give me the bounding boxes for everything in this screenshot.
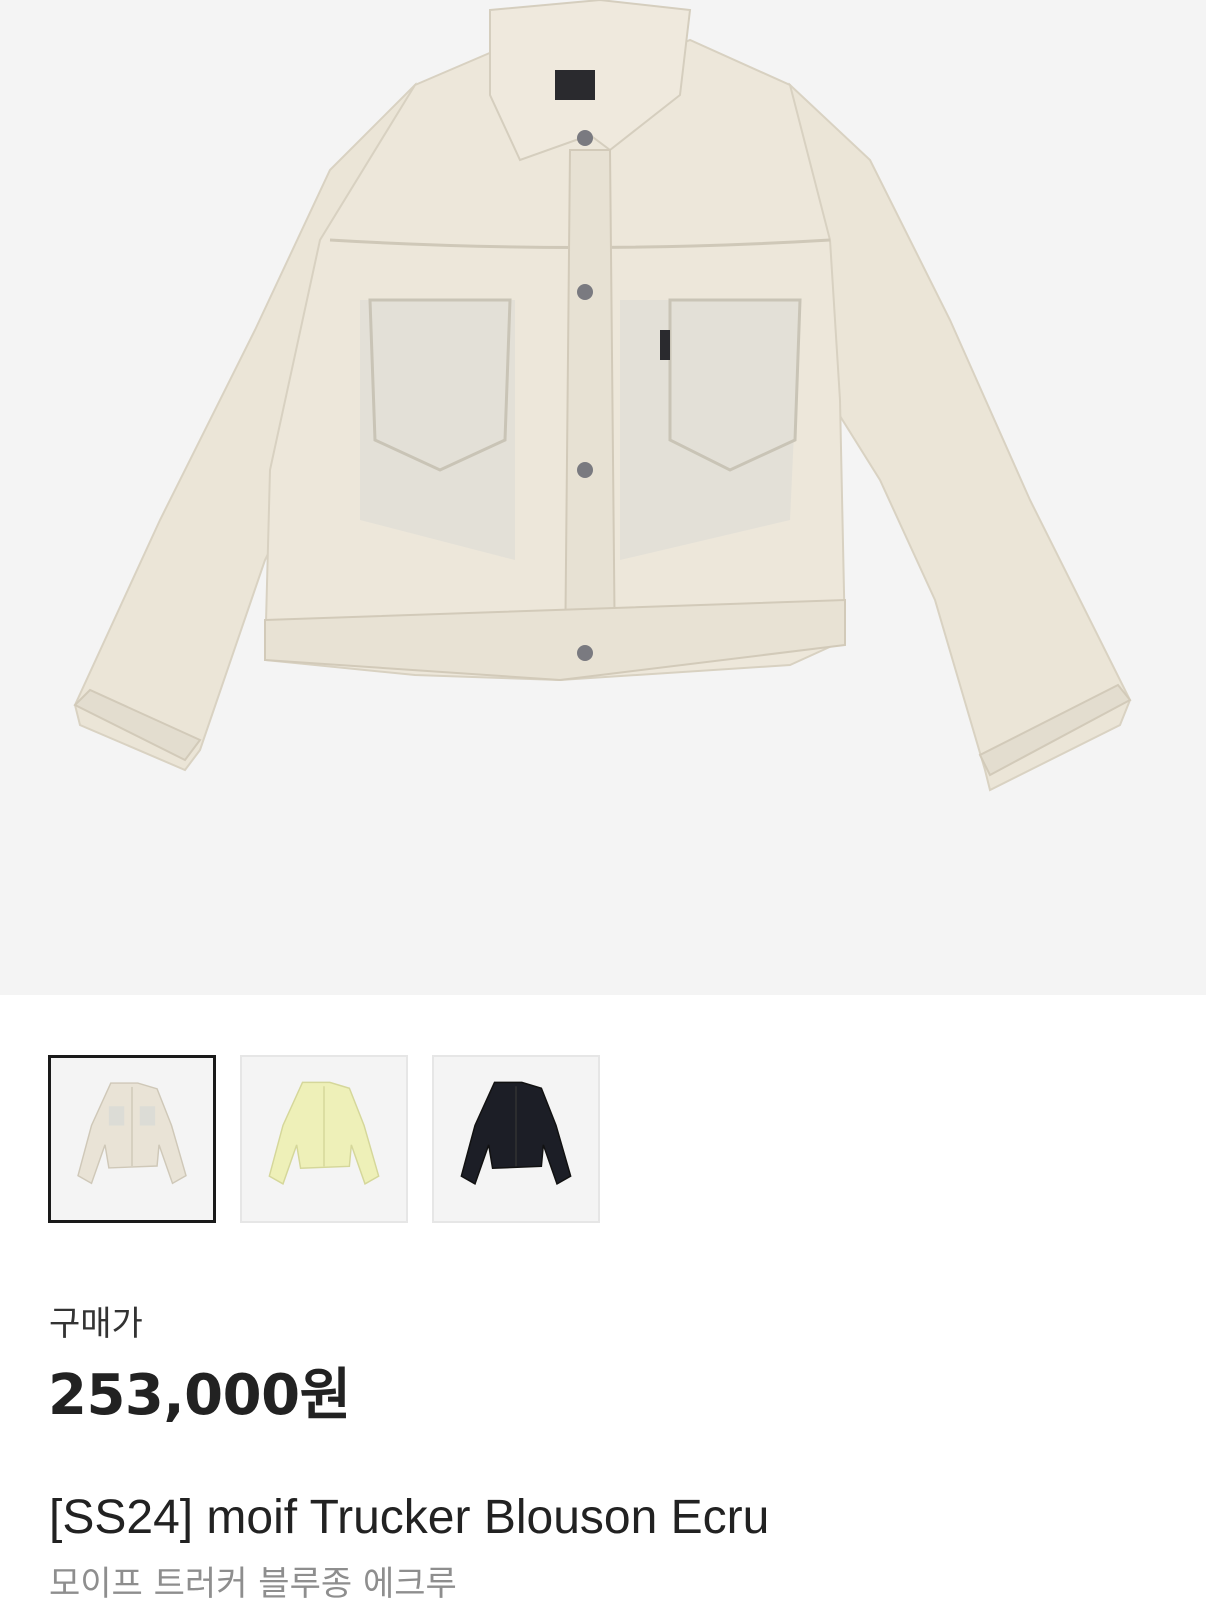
product-main-image[interactable] (0, 0, 1206, 995)
jacket-lime-thumb-icon (268, 1081, 380, 1185)
thumbnail-list (48, 1055, 600, 1223)
product-title: [SS24] moif Trucker Blouson Ecru (49, 1491, 770, 1544)
jacket-ecru-illustration (73, 0, 1132, 792)
thumbnail-black[interactable] (432, 1055, 600, 1223)
jacket-black-thumb-icon (460, 1081, 572, 1185)
thumbnail-lime[interactable] (240, 1055, 408, 1223)
jacket-ecru-thumb-icon (77, 1082, 187, 1185)
product-price: 253,000원 (48, 1363, 351, 1428)
product-subtitle: 모이프 트러커 블루종 에크루 (49, 1564, 457, 1604)
thumbnail-ecru[interactable] (48, 1055, 216, 1223)
price-label: 구매가 (49, 1304, 143, 1344)
